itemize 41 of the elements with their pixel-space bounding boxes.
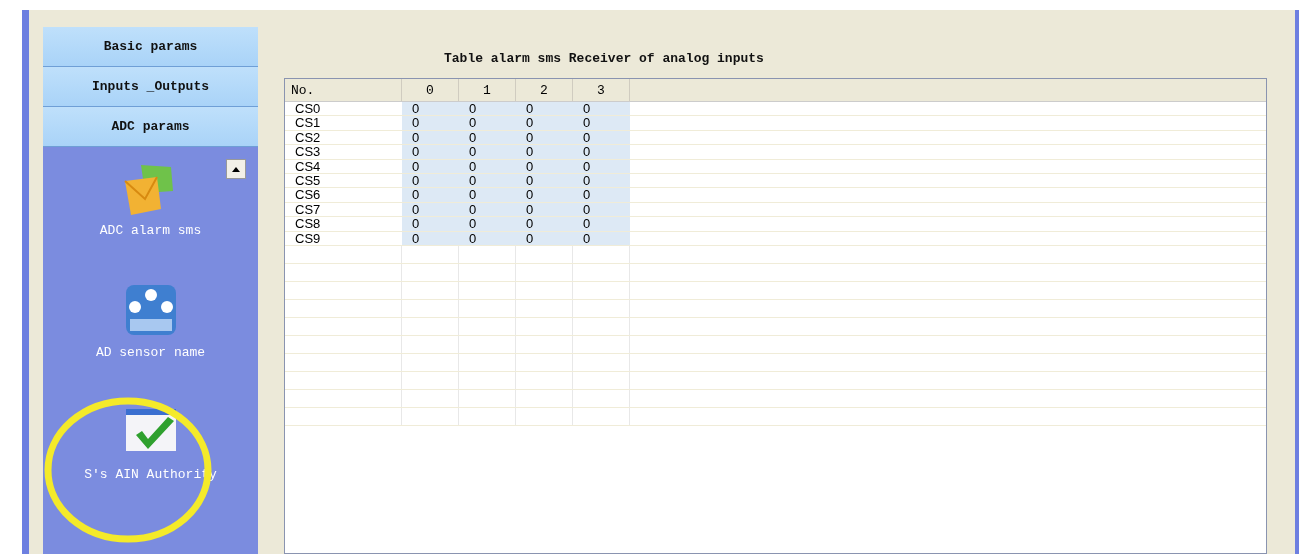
table-cell: 0 bbox=[516, 188, 573, 202]
table-cell-text: CS3 bbox=[294, 145, 322, 159]
table-cell: 0 bbox=[459, 188, 516, 202]
column-header: 1 bbox=[459, 79, 516, 101]
table-cell: 0 bbox=[516, 217, 573, 231]
table-cell-text: CS5 bbox=[294, 173, 322, 188]
table-cell: 0 bbox=[402, 102, 459, 116]
scroll-up-button[interactable] bbox=[226, 159, 246, 179]
table-cell-text: CS9 bbox=[294, 231, 322, 245]
sidebar-tab[interactable]: ADC params bbox=[43, 107, 258, 147]
sidebar-tab[interactable]: Basic params bbox=[43, 27, 258, 67]
table-cell: 0 bbox=[573, 116, 630, 130]
table-cell: 0 bbox=[573, 102, 630, 116]
table-cell: 0 bbox=[459, 145, 516, 159]
table-cell: 0 bbox=[573, 188, 630, 202]
table-cell: 0 bbox=[459, 217, 516, 231]
table-cell-text: CS0 bbox=[294, 102, 322, 116]
column-header: 0 bbox=[402, 79, 459, 101]
table-cell: 0 bbox=[459, 102, 516, 116]
table-cell: 0 bbox=[402, 217, 459, 231]
table-cell-text: CS7 bbox=[294, 202, 322, 217]
table-cell: 0 bbox=[516, 116, 573, 130]
column-header: 2 bbox=[516, 79, 573, 101]
sidebar-tab[interactable]: Inputs _Outputs bbox=[43, 67, 258, 107]
table-cell-text: CS8 bbox=[294, 217, 322, 231]
table-cell: 0 bbox=[402, 188, 459, 202]
table-cell: 0 bbox=[459, 116, 516, 130]
table-cell-text: CS1 bbox=[294, 116, 322, 130]
table-cell-text: CS2 bbox=[294, 130, 322, 145]
table-cell: 0 bbox=[402, 116, 459, 130]
table-cell: 0 bbox=[516, 145, 573, 159]
column-header: No. bbox=[285, 79, 402, 101]
column-header: 3 bbox=[573, 79, 630, 101]
table-cell: 0 bbox=[402, 145, 459, 159]
up-arrow-icon bbox=[232, 166, 240, 172]
table-cell: 0 bbox=[573, 217, 630, 231]
table-cell: 0 bbox=[516, 102, 573, 116]
table-cell-text: CS6 bbox=[294, 188, 322, 202]
table-cell: 0 bbox=[573, 145, 630, 159]
table-cell-text: CS4 bbox=[294, 159, 322, 173]
table-title: Table alarm sms Receiver of analog inputs bbox=[443, 50, 765, 68]
